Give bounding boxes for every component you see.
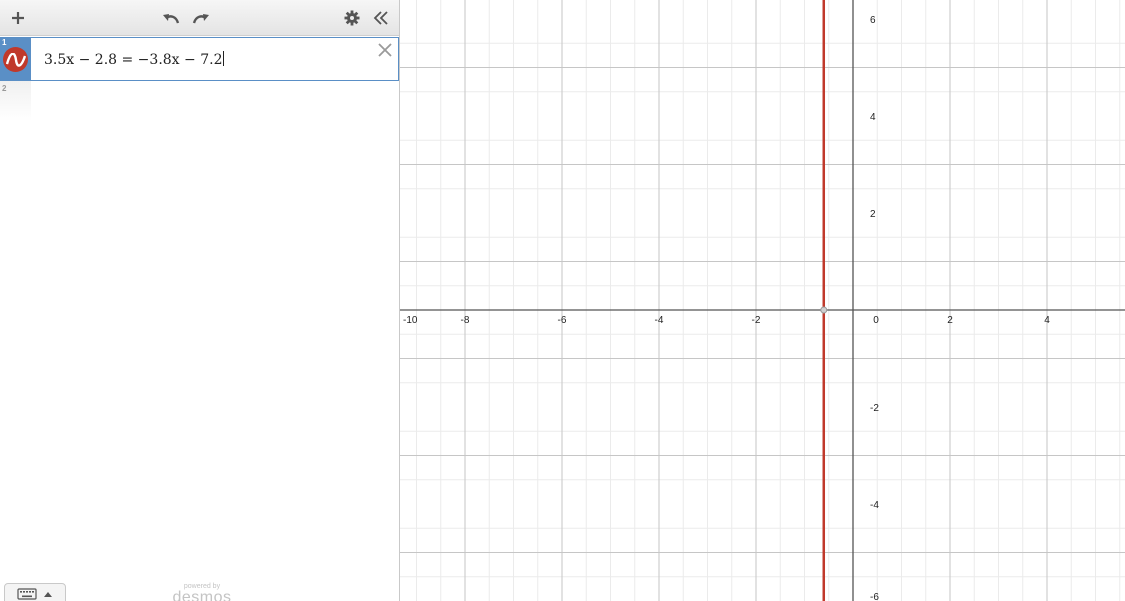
graph-color-icon[interactable] <box>3 47 28 72</box>
expression-input[interactable]: 3.5x − 2.8 = −3.8x − 7.2 <box>31 37 399 81</box>
expression-gutter: 2 <box>0 81 31 121</box>
intercept-point <box>820 306 828 314</box>
y-tick-label: 4 <box>870 112 876 123</box>
y-tick-label: -4 <box>870 500 879 511</box>
graph-canvas[interactable]: -10 -8 -6 -4 -2 0 2 4 6 4 2 -2 -4 -6 <box>400 0 1125 601</box>
keyboard-toggle-button[interactable] <box>4 583 66 601</box>
expression-index: 2 <box>2 84 7 93</box>
x-tick-label: -8 <box>461 315 470 326</box>
desmos-logo: powered by desmos <box>162 583 242 601</box>
keyboard-icon <box>17 588 37 600</box>
x-tick-label: -6 <box>558 315 567 326</box>
expression-row[interactable]: 1 3.5x − 2.8 = −3.8x − 7.2 <box>0 37 399 81</box>
x-tick-label: -4 <box>655 315 664 326</box>
redo-icon <box>192 14 209 24</box>
expression-list: 1 3.5x − 2.8 = −3.8x − 7.2 2 <box>0 37 399 121</box>
x-tick-label: -10 <box>403 315 418 326</box>
x-tick-label: -2 <box>752 315 761 326</box>
y-tick-label: 2 <box>870 209 876 220</box>
x-tick-label: 4 <box>1044 315 1050 326</box>
expression-panel: 1 3.5x − 2.8 = −3.8x − 7.2 2 powered by … <box>0 0 400 601</box>
text-cursor <box>223 51 225 66</box>
graph-paper[interactable]: -10 -8 -6 -4 -2 0 2 4 6 4 2 -2 -4 -6 <box>400 0 1125 601</box>
delete-expression-button[interactable] <box>376 41 394 59</box>
y-tick-label: 6 <box>870 15 876 26</box>
expression-row[interactable]: 2 <box>0 81 399 121</box>
gear-icon <box>344 10 360 26</box>
x-tick-label: 0 <box>873 315 879 326</box>
caret-up-icon <box>44 592 52 597</box>
expression-text: 3.5x − 2.8 = −3.8x − 7.2 <box>44 51 225 68</box>
add-expression-button[interactable] <box>4 4 32 32</box>
redo-button[interactable] <box>188 4 214 32</box>
x-tick-label: 2 <box>947 315 953 326</box>
plus-icon <box>12 12 24 24</box>
double-chevron-left-icon <box>373 11 388 25</box>
y-tick-label: -2 <box>870 403 879 414</box>
expression-index: 1 <box>2 38 7 47</box>
desmos-calculator: 1 3.5x − 2.8 = −3.8x − 7.2 2 powered by … <box>0 0 1125 601</box>
y-tick-label: -6 <box>870 592 879 601</box>
brand-text: desmos <box>172 589 232 601</box>
settings-button[interactable] <box>339 4 365 32</box>
collapse-panel-button[interactable] <box>368 4 394 32</box>
undo-icon <box>163 14 180 24</box>
expression-gutter: 1 <box>0 37 31 81</box>
undo-button[interactable] <box>158 4 184 32</box>
close-icon <box>378 43 392 57</box>
expression-toolbar <box>0 0 399 36</box>
